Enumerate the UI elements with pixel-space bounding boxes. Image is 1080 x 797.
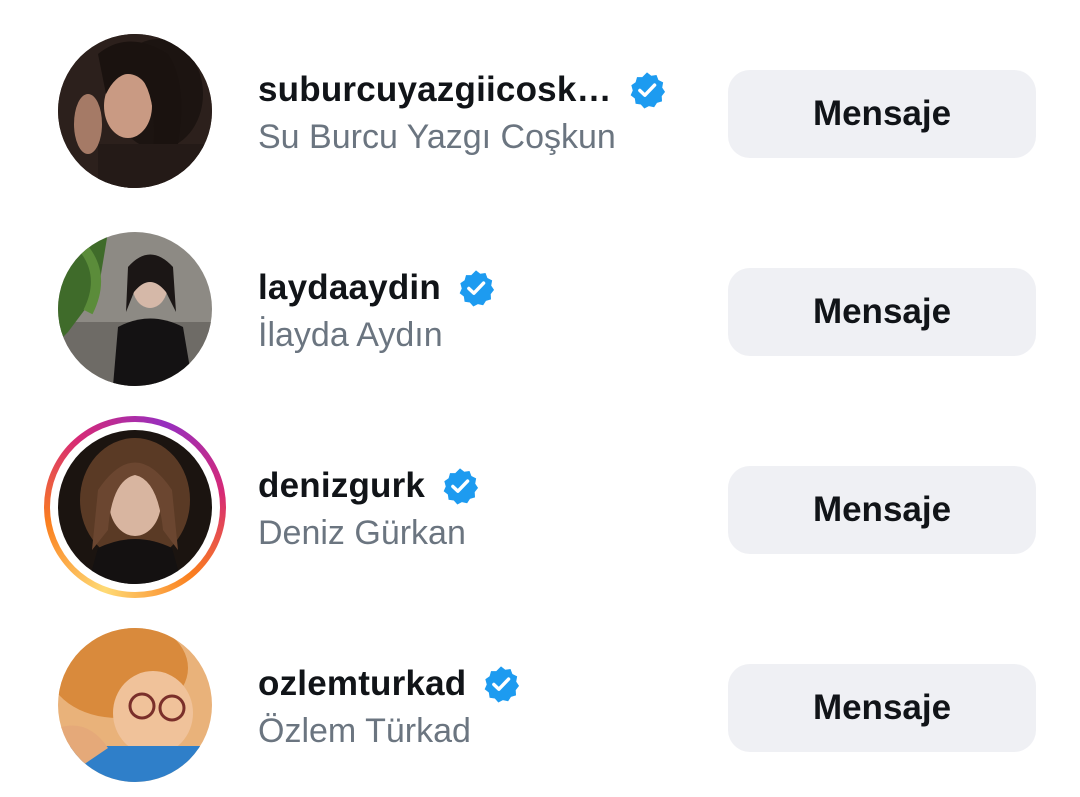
avatar[interactable] xyxy=(58,232,212,386)
avatar[interactable] xyxy=(58,628,212,782)
message-button[interactable]: Mensaje xyxy=(728,664,1036,752)
verified-badge-icon xyxy=(628,71,666,109)
message-button[interactable]: Mensaje xyxy=(728,268,1036,356)
avatar-story-ring[interactable] xyxy=(44,416,226,598)
username-line[interactable]: denizgurk xyxy=(258,464,479,508)
avatar[interactable] xyxy=(58,34,212,188)
username-line[interactable]: ozlemturkad xyxy=(258,662,520,706)
avatar-photo xyxy=(58,232,212,386)
account-row[interactable]: laydaaydin İlayda Aydın Mensaje xyxy=(0,198,1080,396)
message-button[interactable]: Mensaje xyxy=(728,466,1036,554)
username[interactable]: laydaaydin xyxy=(258,268,441,308)
verified-badge-icon xyxy=(482,665,520,703)
account-row[interactable]: suburcuyazgiicosk… Su Burcu Yazgı Coşkun… xyxy=(0,0,1080,198)
account-row[interactable]: ozlemturkad Özlem Türkad Mensaje xyxy=(0,594,1080,792)
username-line[interactable]: suburcuyazgiicosk… xyxy=(258,68,666,112)
avatar-photo xyxy=(58,34,212,188)
verified-badge-icon xyxy=(457,269,495,307)
username[interactable]: denizgurk xyxy=(258,466,425,506)
username-line[interactable]: laydaaydin xyxy=(258,266,495,310)
account-list: suburcuyazgiicosk… Su Burcu Yazgı Coşkun… xyxy=(0,0,1080,797)
avatar-photo xyxy=(58,430,212,584)
username[interactable]: ozlemturkad xyxy=(258,664,466,704)
verified-badge-icon xyxy=(441,467,479,505)
avatar-photo xyxy=(58,628,212,782)
message-button[interactable]: Mensaje xyxy=(728,70,1036,158)
full-name: İlayda Aydın xyxy=(258,316,443,354)
full-name: Özlem Türkad xyxy=(258,712,471,750)
full-name: Su Burcu Yazgı Coşkun xyxy=(258,118,616,156)
username[interactable]: suburcuyazgiicosk… xyxy=(258,70,612,110)
account-row[interactable]: denizgurk Deniz Gürkan Mensaje xyxy=(0,396,1080,598)
full-name: Deniz Gürkan xyxy=(258,514,466,552)
